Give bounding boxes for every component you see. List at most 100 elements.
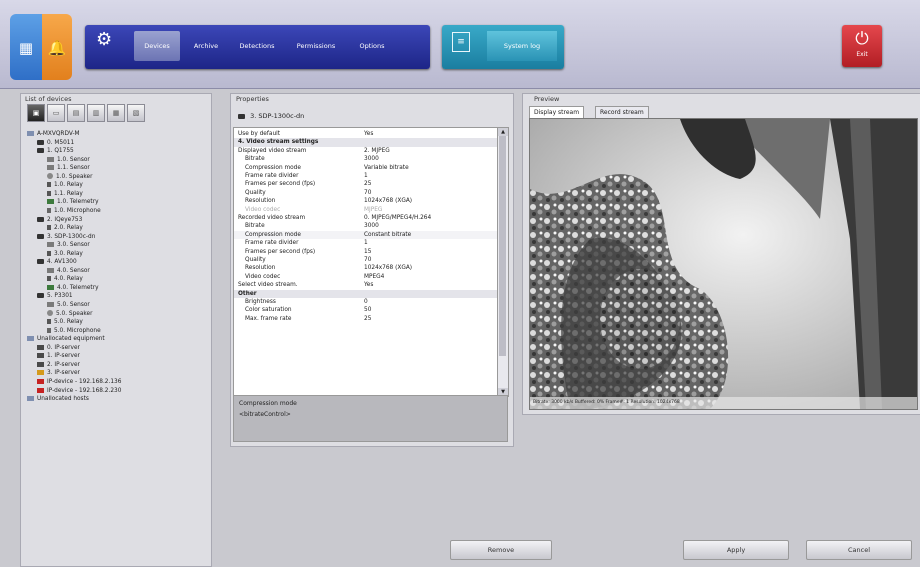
property-value[interactable]: 3000 [364, 155, 379, 163]
tree-item[interactable]: 3. IP-server [37, 369, 80, 377]
tree-item[interactable]: A-MXVQRDV-M [27, 130, 80, 138]
tree-item[interactable]: 4.0. Relay [47, 275, 83, 283]
tree-item[interactable]: 1.0. Microphone [47, 207, 101, 215]
tree-item[interactable]: 5.0. Sensor [47, 301, 90, 309]
property-value[interactable]: Variable bitrate [364, 164, 409, 172]
property-grid[interactable]: Use by default Yes 4. Video stream setting… [233, 127, 499, 396]
property-value[interactable]: 25 [364, 180, 371, 188]
cancel-button[interactable]: Cancel [806, 540, 912, 560]
tree-item[interactable]: 5.0. Relay [47, 318, 83, 326]
property-row[interactable]: Use by default Yes [234, 130, 498, 138]
property-value[interactable]: Constant bitrate [364, 231, 411, 239]
property-row[interactable]: Compression mode Constant bitrate [234, 230, 498, 240]
property-value[interactable]: 50 [364, 306, 371, 314]
tree-item[interactable]: 2.0. Relay [47, 224, 83, 232]
tree-item[interactable]: 5.0. Speaker [47, 310, 92, 318]
tree-item[interactable]: 1.1. Sensor [47, 164, 90, 172]
tab-devices[interactable]: Devices [134, 31, 180, 61]
property-row[interactable]: Resolution 1024x768 (XGA) [234, 197, 498, 205]
tree-item[interactable]: IP-device - 192.168.2.136 [37, 378, 121, 386]
tree-item[interactable]: 0. IP-server [37, 344, 80, 352]
tree-item[interactable]: 4.0. Telemetry [47, 284, 99, 292]
apply-button[interactable]: Apply [683, 540, 789, 560]
property-value[interactable]: 3000 [364, 222, 379, 230]
add-camera-icon[interactable]: ▣ [27, 104, 45, 122]
property-value[interactable]: 1024x768 (XGA) [364, 264, 412, 272]
tree-item[interactable]: 0. M5011 [37, 139, 74, 147]
property-row[interactable]: Video codec MJPEG [234, 206, 498, 214]
property-scrollbar[interactable]: ▲ ▼ [497, 127, 509, 397]
property-row[interactable]: Quality 70 [234, 256, 498, 264]
property-value[interactable]: 1024x768 (XGA) [364, 197, 412, 205]
property-value[interactable]: Yes [364, 130, 373, 138]
property-value[interactable]: 70 [364, 256, 371, 264]
video-preview [529, 118, 918, 410]
tree-item[interactable]: 3.0. Sensor [47, 241, 90, 249]
tree-item[interactable]: Unallocated hosts [27, 395, 89, 403]
property-row[interactable]: Color saturation 50 [234, 306, 498, 314]
refresh-icon[interactable]: ▧ [127, 104, 145, 122]
property-row[interactable]: Video codec MPEG4 [234, 273, 498, 281]
property-value[interactable]: 1 [364, 172, 368, 180]
property-value[interactable]: 1 [364, 239, 368, 247]
property-value[interactable]: 70 [364, 189, 371, 197]
tree-item[interactable]: 1. IP-server [37, 352, 80, 360]
property-value[interactable]: 0 [364, 298, 368, 306]
add-device-icon[interactable]: ▤ [67, 104, 85, 122]
add-server-icon[interactable]: ▭ [47, 104, 65, 122]
property-row[interactable]: Select video stream. Yes [234, 281, 498, 289]
tab-detections[interactable]: Detections [232, 31, 282, 61]
property-row[interactable]: Brightness 0 [234, 298, 498, 306]
property-row[interactable]: Compression mode Variable bitrate [234, 164, 498, 172]
property-row[interactable]: Recorded video stream 0. MJPEG/MPEG4/H.26… [234, 214, 498, 222]
property-row[interactable]: Other [234, 289, 498, 298]
property-value[interactable]: MJPEG [364, 206, 382, 214]
property-row[interactable]: Frames per second (fps) 25 [234, 180, 498, 188]
tab-permissions[interactable]: Permissions [288, 31, 344, 61]
tree-item[interactable]: 2. IQeye753 [37, 216, 82, 224]
alarms-button[interactable]: 🔔 [42, 14, 72, 80]
exit-button[interactable]: ⏻ Exit [842, 25, 882, 67]
property-row[interactable]: Bitrate 3000 [234, 222, 498, 230]
property-row[interactable]: Frame rate divider 1 [234, 239, 498, 247]
tree-item[interactable]: 4. AV1300 [37, 258, 77, 266]
tab-system-log[interactable]: System log [487, 31, 557, 61]
tree-item[interactable]: 3.0. Relay [47, 250, 83, 258]
property-row[interactable]: Frame rate divider 1 [234, 172, 498, 180]
property-value[interactable]: 2. MJPEG [364, 147, 390, 155]
property-value[interactable]: MPEG4 [364, 273, 384, 281]
tree-item[interactable]: 1.0. Sensor [47, 156, 90, 164]
property-row[interactable]: Bitrate 3000 [234, 155, 498, 163]
tree-item[interactable]: 3. SDP-1300c-dn [37, 233, 95, 241]
dashboard-button[interactable]: ▦ [10, 14, 42, 80]
property-row[interactable]: Displayed video stream 2. MJPEG [234, 147, 498, 155]
tree-item[interactable]: 2. IP-server [37, 361, 80, 369]
copy-icon[interactable]: ▦ [107, 104, 125, 122]
tab-options[interactable]: Options [352, 31, 392, 61]
property-row[interactable]: Frames per second (fps) 15 [234, 248, 498, 256]
scroll-up-icon[interactable]: ▲ [498, 128, 508, 136]
property-row[interactable]: Quality 70 [234, 189, 498, 197]
tree-item[interactable]: Unallocated equipment [27, 335, 105, 343]
tab-archive[interactable]: Archive [186, 31, 226, 61]
selected-device: 3. SDP-1300c-dn [238, 112, 304, 120]
tree-item[interactable]: 1.1. Relay [47, 190, 83, 198]
property-value[interactable]: 25 [364, 315, 371, 323]
tree-item[interactable]: IP-device - 192.168.2.230 [37, 387, 121, 395]
property-value[interactable]: 15 [364, 248, 371, 256]
property-value[interactable]: Yes [364, 281, 373, 289]
tree-item[interactable]: 1.0. Relay [47, 181, 83, 189]
remove-button[interactable]: Remove [450, 540, 552, 560]
tree-item[interactable]: 1.0. Speaker [47, 173, 92, 181]
configure-icon[interactable]: ▥ [87, 104, 105, 122]
tree-item[interactable]: 1.0. Telemetry [47, 198, 99, 206]
tree-item[interactable]: 1. Q1755 [37, 147, 74, 155]
property-row[interactable]: Max. frame rate 25 [234, 315, 498, 323]
property-row[interactable]: 4. Video stream settings [234, 138, 498, 147]
property-value[interactable]: 0. MJPEG/MPEG4/H.264 [364, 214, 431, 222]
property-row[interactable]: Resolution 1024x768 (XGA) [234, 264, 498, 272]
tree-item[interactable]: 5.0. Microphone [47, 327, 101, 335]
scroll-thumb[interactable] [499, 136, 506, 356]
tree-item[interactable]: 5. P3301 [37, 292, 73, 300]
tree-item[interactable]: 4.0. Sensor [47, 267, 90, 275]
